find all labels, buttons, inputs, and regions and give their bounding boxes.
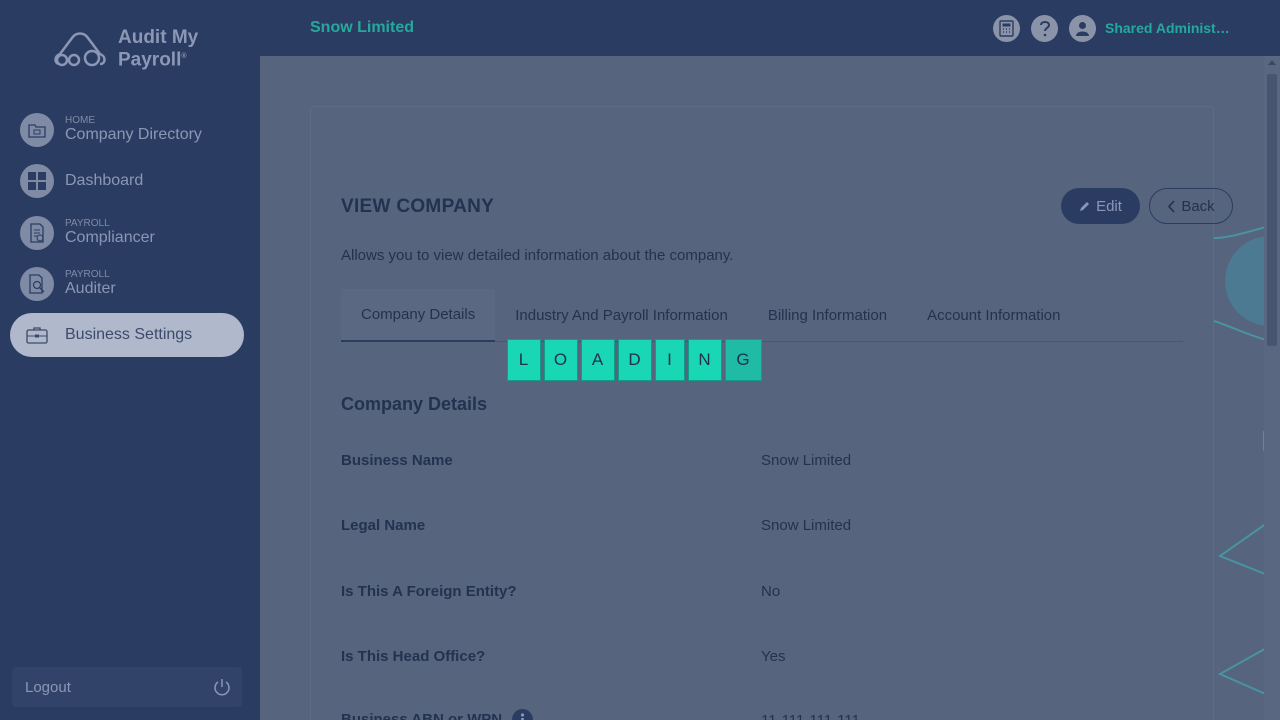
tab-industry-and-payroll[interactable]: Industry And Payroll Information xyxy=(495,289,748,342)
logo-mark-icon xyxy=(54,32,106,67)
info-icon[interactable] xyxy=(512,709,534,720)
field-value-business-name: Snow Limited xyxy=(761,452,852,469)
briefcase-icon xyxy=(20,318,54,352)
field-label-head-office: Is This Head Office? xyxy=(341,648,486,665)
chevron-left-icon xyxy=(1168,199,1175,213)
edit-button[interactable]: Edit xyxy=(1061,188,1140,224)
field-label-abn-text: Business ABN or WPN xyxy=(341,711,503,720)
sidebar-item-dashboard[interactable]: Dashboard xyxy=(10,159,244,203)
tab-company-details[interactable]: Company Details xyxy=(341,289,496,342)
sidebar-item-label: Compliancer xyxy=(65,229,155,246)
sidebar-item-section-label: PAYROLL xyxy=(65,269,110,280)
loading-letter: A xyxy=(581,339,615,381)
logout-button[interactable]: Logout xyxy=(12,667,242,707)
page-title: VIEW COMPANY xyxy=(341,196,495,217)
decorative-shapes xyxy=(1213,226,1270,697)
user-menu-name[interactable]: Shared Administr... xyxy=(1105,20,1230,36)
document-check-icon xyxy=(20,216,54,250)
sidebar-item-company-directory[interactable]: HOME Company Directory xyxy=(10,108,244,152)
section-title: Company Details xyxy=(341,394,488,414)
help-icon[interactable] xyxy=(1031,15,1058,42)
page-description: Allows you to view detailed information … xyxy=(341,247,734,264)
field-label-foreign-entity: Is This A Foreign Entity? xyxy=(341,583,517,600)
back-button-label: Back xyxy=(1181,197,1215,215)
loading-letter: G xyxy=(725,339,762,381)
sidebar-item-compliancer[interactable]: PAYROLL Compliancer xyxy=(10,211,244,255)
calculator-icon[interactable] xyxy=(993,15,1020,42)
sidebar-item-label: Business Settings xyxy=(65,326,193,343)
back-button[interactable]: Back xyxy=(1149,188,1233,224)
current-company-name[interactable]: Snow Limited xyxy=(310,19,414,37)
brand-logo[interactable]: Audit My Payroll® xyxy=(52,28,198,70)
sidebar-item-business-settings[interactable]: Business Settings xyxy=(10,313,244,357)
loading-letter: D xyxy=(618,339,652,381)
field-value-abn: 11-111-111-111 xyxy=(761,712,860,720)
loading-letter: N xyxy=(688,339,722,381)
loading-letter: O xyxy=(544,339,578,381)
brand-line-2: Payroll xyxy=(118,49,182,71)
power-icon xyxy=(214,679,230,696)
sidebar-item-label: Dashboard xyxy=(65,172,144,189)
folder-icon xyxy=(20,113,54,147)
scroll-up-arrow-icon[interactable] xyxy=(1268,60,1276,65)
scrollbar[interactable] xyxy=(1264,56,1280,720)
field-value-foreign-entity: No xyxy=(761,583,781,600)
field-label-legal-name: Legal Name xyxy=(341,517,426,534)
edit-button-label: Edit xyxy=(1096,197,1122,215)
field-value-legal-name: Snow Limited xyxy=(761,517,852,534)
grid-icon xyxy=(20,164,54,198)
brand-registered-mark: ® xyxy=(181,53,187,61)
top-bar: Snow Limited Shared Administr... xyxy=(260,0,1280,56)
sidebar-item-auditer[interactable]: PAYROLL Auditer xyxy=(10,262,244,306)
tab-billing-information[interactable]: Billing Information xyxy=(748,289,907,342)
loading-letter: L xyxy=(507,339,541,381)
brand-line-1: Audit My xyxy=(118,27,199,49)
tab-account-information[interactable]: Account Information xyxy=(907,289,1080,342)
field-label-abn: Business ABN or WPN xyxy=(341,709,534,720)
logout-label: Logout xyxy=(25,678,71,696)
document-search-icon xyxy=(20,267,54,301)
sidebar-item-label: Auditer xyxy=(65,280,116,297)
pencil-icon xyxy=(1080,201,1090,211)
user-avatar-icon[interactable] xyxy=(1069,15,1096,42)
sidebar-item-label: Company Directory xyxy=(65,126,202,143)
sidebar-item-section-label: PAYROLL xyxy=(65,218,110,229)
sidebar: Audit My Payroll® HOME Company Directory… xyxy=(0,0,260,720)
main-content: VIEW COMPANY Allows you to view detailed… xyxy=(260,56,1280,720)
tab-bar: Company Details Industry And Payroll Inf… xyxy=(341,289,1183,342)
field-value-head-office: Yes xyxy=(761,648,786,665)
scrollbar-thumb[interactable] xyxy=(1267,74,1277,346)
loading-indicator: L O A D I N G xyxy=(507,339,762,381)
field-label-business-name: Business Name xyxy=(341,452,453,469)
sidebar-item-section-label: HOME xyxy=(65,115,95,126)
company-card: VIEW COMPANY Allows you to view detailed… xyxy=(310,106,1233,720)
loading-letter: I xyxy=(655,339,685,381)
